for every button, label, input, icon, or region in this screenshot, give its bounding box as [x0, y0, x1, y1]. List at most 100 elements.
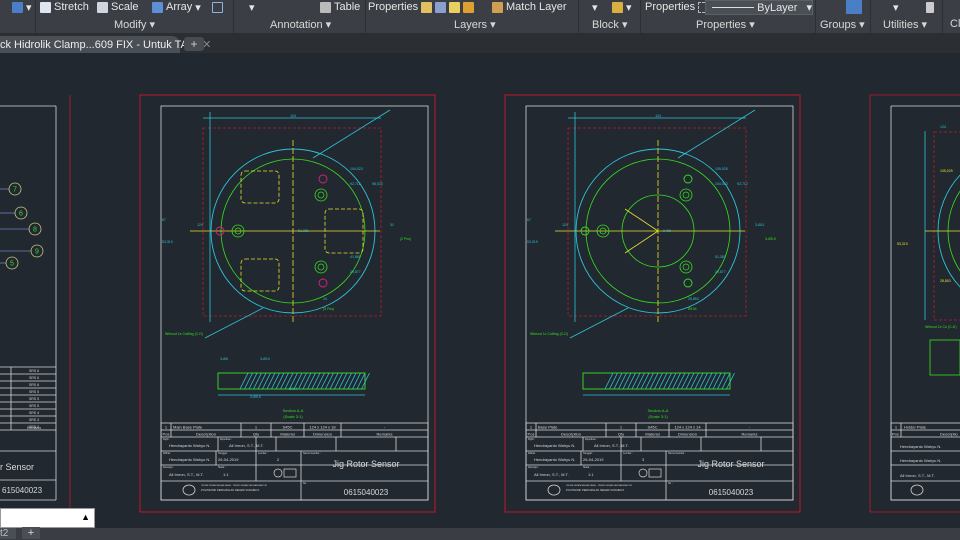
dimension-label: 67	[162, 218, 166, 222]
section-title: Section A-A	[648, 408, 669, 413]
layer-properties-button[interactable]: Properties	[368, 0, 475, 14]
part-cell: 1	[530, 425, 533, 430]
dimension-label: 31	[390, 223, 394, 227]
institute-dept: TEKNIK PERANCANGAN KAPAL - TEKNIK DESAIN…	[201, 484, 268, 487]
table-button[interactable]: Table	[320, 0, 360, 14]
leader-line	[204, 307, 264, 339]
hatch-line	[356, 372, 366, 390]
bolt-hole-inner	[317, 191, 325, 199]
drawing-name-label: Nama Gambar :	[303, 452, 321, 455]
drawing-sheet: 1241246753,319104,02392,712 98,02341,8892…	[139, 94, 436, 513]
part-header: Qty	[618, 432, 624, 437]
bolt-hole-inner	[317, 263, 325, 271]
panel-utilities[interactable]: Utilities ▾	[883, 18, 927, 31]
dimension-label: 24	[323, 297, 327, 301]
panel-modify[interactable]: Modify ▾	[114, 18, 155, 31]
part-header: Pos	[892, 432, 899, 437]
panel-annotation[interactable]: Annotation ▾	[270, 18, 331, 31]
block-insert-dropdown[interactable]: ▾	[592, 0, 598, 14]
command-line[interactable]: ▲	[0, 508, 95, 528]
panel-block[interactable]: Block ▾	[592, 18, 627, 31]
hatch-line	[244, 372, 253, 390]
partial-sheet-left: 7 6 8 9 5 SRS 6 SRS 6 SRS 6 SRS 5 SRS 5 SRS 5 SRS 4…	[0, 95, 71, 512]
projection-symbol-icon	[283, 468, 297, 478]
sheet-label: Lembar :	[623, 452, 633, 455]
hatch-line	[320, 372, 330, 390]
hatch-line	[302, 372, 312, 390]
centerline	[624, 230, 659, 254]
part-header: Pos	[528, 432, 535, 437]
hatch-line	[726, 372, 735, 390]
institute-name: POLITEKNIK PERKAPALAN NEGERI SURABAYA	[201, 488, 260, 492]
scale-value: 1:1	[588, 472, 594, 477]
drawn-label: Digbr :	[528, 438, 536, 441]
hatch-line	[609, 372, 618, 390]
parts-remark-header: Remarks	[27, 426, 41, 430]
checked-name: Ali Imron, S.T., M.T.	[169, 472, 204, 477]
scale-label: Skala :	[218, 466, 226, 469]
document-tab-bar: ck Hidrolik Clamp...609 FIX - Untuk TA* ✕…	[0, 34, 960, 53]
stretch-button[interactable]: Stretch	[40, 0, 89, 14]
part-cell: -	[749, 425, 751, 430]
date-value: 26-04-2019	[218, 457, 239, 462]
annotation-dropdown[interactable]: ▾	[249, 0, 255, 14]
calculator-icon[interactable]	[926, 0, 934, 14]
parts-remark: SRS 4	[29, 411, 39, 415]
number-label: No :	[303, 482, 308, 485]
hatch-line	[703, 372, 713, 390]
part-header: Remarks	[741, 432, 757, 437]
leader-line	[569, 307, 629, 339]
dimension-label: 28,853	[688, 297, 699, 301]
hatch-line	[248, 372, 258, 390]
hatch-line	[325, 372, 334, 390]
hatch-line	[690, 372, 699, 390]
dimension-label: 41,889	[350, 255, 361, 259]
scale-value: 1:1	[223, 472, 229, 477]
block-editor-icon[interactable]: ▾	[612, 0, 632, 14]
section-scale: (Scale 3:1)	[283, 414, 303, 419]
part-header: Descriptio	[940, 432, 959, 437]
bolt-hole	[314, 260, 328, 274]
properties-button[interactable]: Properties	[645, 0, 710, 14]
match-layer-button[interactable]: Match Layer	[492, 0, 567, 14]
group-select-icon[interactable]	[846, 0, 862, 14]
date-value: 26-04-2019	[583, 457, 604, 462]
dimension-label: 3-Ø5,5	[765, 237, 776, 241]
command-history-arrow-icon[interactable]: ▲	[81, 512, 90, 522]
table-icon	[320, 1, 331, 13]
drawing-svg[interactable]: 1241246753,319104,02392,712 98,02341,8892…	[0, 53, 960, 528]
part-header: Dimension	[313, 432, 332, 437]
edit-polyline-icon[interactable]	[212, 0, 223, 14]
measure-dropdown[interactable]: ▾	[893, 0, 899, 14]
date-label: Tanggal :	[583, 452, 593, 455]
part-cell: 1	[255, 425, 258, 430]
document-tab-active[interactable]: ck Hidrolik Clamp...609 FIX - Untuk TA* ✕	[0, 36, 211, 53]
dimension-label: 98,023	[372, 182, 383, 186]
drawing-title-partial: r Sensor	[0, 462, 34, 472]
hatch-line	[338, 372, 348, 390]
new-tab-button[interactable]: +	[184, 37, 204, 51]
new-layout-button[interactable]: +	[22, 527, 40, 539]
panel-groups[interactable]: Groups ▾	[820, 18, 865, 31]
array-button[interactable]: Array ▾	[152, 0, 201, 14]
panel-layers[interactable]: Layers ▾	[454, 18, 496, 31]
dimension-label: Ø194	[688, 307, 697, 311]
parts-remark: SRS 6	[29, 369, 39, 373]
linetype-select[interactable]: ByLayer ▾	[705, 0, 813, 15]
drawn-name: Hendrayanto Wahyu N.	[169, 443, 210, 448]
dimension-label: 3-Ø11	[755, 223, 765, 227]
drawn-name: Hendrayanto Wahyu N.	[534, 443, 575, 448]
panel-clipboard[interactable]: Cl	[950, 18, 960, 30]
select-icon[interactable]: ▾	[12, 0, 32, 14]
institute-dept: TEKNIK PERANCANGAN KAPAL - TEKNIK DESAIN…	[566, 484, 633, 487]
layout-tab[interactable]: t2	[0, 528, 16, 539]
dimension-label: 124	[197, 223, 203, 227]
hatch-line	[712, 372, 722, 390]
dimension-label: 29,877	[350, 270, 361, 274]
parts-remark: SRS 6	[29, 383, 39, 387]
checked-name: Ali Imron, S.T., M.T.	[900, 473, 935, 478]
hatch-line	[654, 372, 663, 390]
panel-properties[interactable]: Properties ▾	[696, 18, 755, 31]
drawing-canvas[interactable]: 124 124 67 53,319 104,023 92,712 98,023 41,889 2…	[0, 53, 960, 528]
scale-button[interactable]: Scale	[97, 0, 139, 14]
